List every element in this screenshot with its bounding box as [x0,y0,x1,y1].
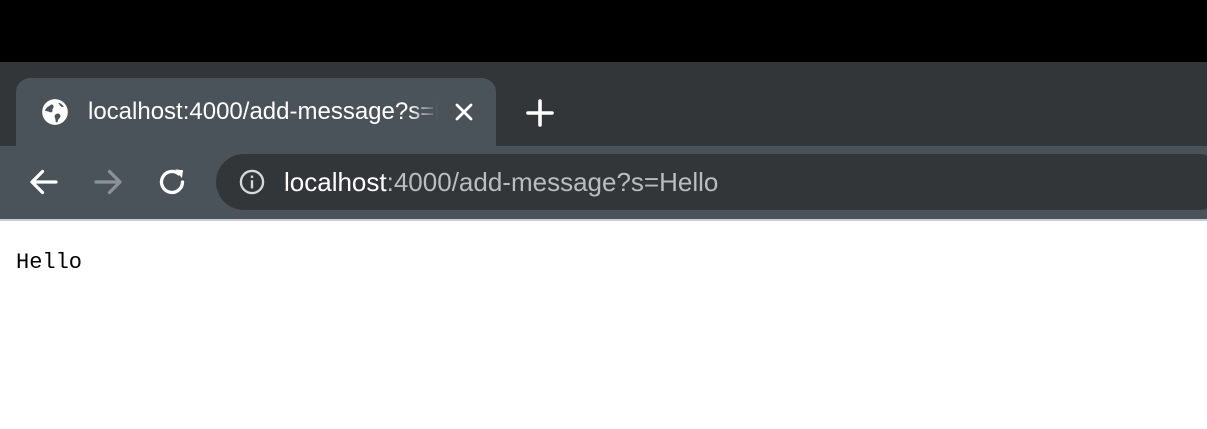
address-bar[interactable]: localhost:4000/add-message?s=Hello [216,154,1207,210]
back-arrow-icon[interactable] [26,164,62,200]
plus-icon[interactable] [522,95,558,131]
tab-active[interactable]: localhost:4000/add-message?s=Hello [16,78,496,146]
window-titlebar [0,0,1207,62]
browser-toolbar: localhost:4000/add-message?s=Hello [0,146,1207,219]
tab-strip: localhost:4000/add-message?s=Hello [0,62,1207,146]
url-text[interactable]: localhost:4000/add-message?s=Hello [284,162,718,202]
page-content: Hello [0,221,1207,429]
url-path: :4000/add-message?s=Hello [386,167,719,197]
page-message: Hello [16,250,83,275]
forward-arrow-icon[interactable] [90,164,126,200]
globe-icon [42,99,68,125]
close-icon[interactable] [450,98,478,126]
url-host: localhost [284,167,387,197]
tab-title: localhost:4000/add-message?s=Hello [88,98,438,125]
info-icon[interactable] [238,168,266,196]
reload-icon[interactable] [154,164,190,200]
